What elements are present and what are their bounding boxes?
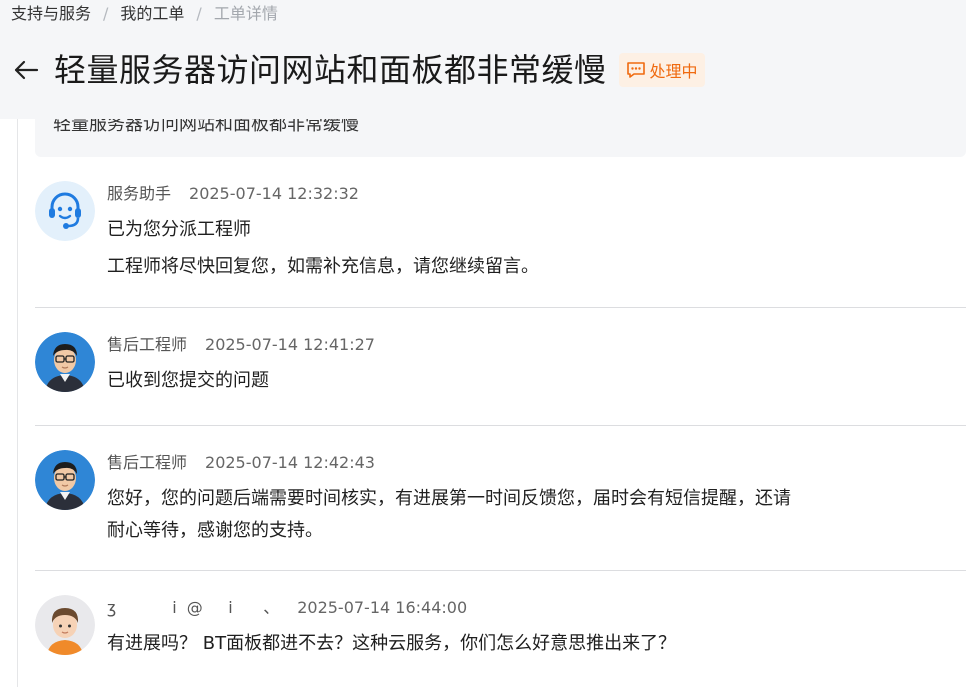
message-item: 服务助手 2025-07-14 12:32:32 已为您分派工程师 工程师将尽快…	[35, 181, 966, 291]
message-item: 售后工程师 2025-07-14 12:42:43 您好，您的问题后端需要时间核…	[35, 450, 966, 555]
message-author: 售后工程师	[107, 335, 188, 354]
message-meta: 服务助手 2025-07-14 12:32:32	[107, 183, 359, 205]
message-author: ʒ i @ i 、	[107, 598, 280, 617]
back-arrow-icon[interactable]	[12, 58, 40, 82]
breadcrumb-support[interactable]: 支持与服务	[11, 4, 91, 24]
breadcrumb-separator: /	[103, 4, 109, 23]
message-item: 售后工程师 2025-07-14 12:41:27 已收到您提交的问题	[35, 332, 966, 412]
message-divider	[35, 425, 966, 426]
message-time: 2025-07-14 16:44:00	[297, 598, 468, 617]
timeline-line	[17, 119, 18, 687]
breadcrumb-ticket-detail: 工单详情	[213, 4, 278, 23]
message-line: 工程师将尽快回复您，如需补充信息，请您继续留言。	[107, 256, 539, 277]
chat-bubble-icon	[626, 61, 646, 79]
message-meta: 售后工程师 2025-07-14 12:42:43	[107, 452, 375, 474]
message-line: 已收到您提交的问题	[107, 370, 269, 391]
breadcrumb-my-tickets[interactable]: 我的工单	[120, 4, 184, 24]
page-title: 轻量服务器访问网站和面板都非常缓慢	[54, 51, 607, 89]
message-line: 有进展吗？ BT面板都进不去？这种云服务，你们怎么好意思推出来了？	[107, 633, 677, 654]
breadcrumb-separator: /	[196, 4, 202, 23]
message-meta: 售后工程师 2025-07-14 12:41:27	[107, 334, 375, 356]
message-body: 已为您分派工程师 工程师将尽快回复您，如需补充信息，请您继续留言。	[107, 214, 927, 283]
message-line: 耐心等待，感谢您的支持。	[107, 520, 323, 541]
message-body: 您好，您的问题后端需要时间核实，有进展第一时间反馈您，届时会有短信提醒，还请 耐…	[107, 483, 927, 547]
status-badge: 处理中	[618, 53, 705, 87]
breadcrumb: 支持与服务 / 我的工单 / 工单详情	[11, 4, 278, 24]
message-meta: ʒ i @ i 、 2025-07-14 16:44:00	[107, 597, 467, 619]
message-body: 有进展吗？ BT面板都进不去？这种云服务，你们怎么好意思推出来了？	[107, 628, 927, 660]
status-label: 处理中	[649, 62, 698, 81]
engineer-avatar	[35, 332, 95, 392]
page-header: 支持与服务 / 我的工单 / 工单详情 轻量服务器访问网站和面板都非常缓慢 处理…	[0, 0, 966, 119]
message-author: 售后工程师	[107, 453, 188, 472]
message-line: 已为您分派工程师	[107, 219, 251, 240]
robot-assistant-icon	[35, 181, 95, 241]
engineer-avatar	[35, 450, 95, 510]
message-item: ʒ i @ i 、 2025-07-14 16:44:00 有进展吗？ BT面板…	[35, 595, 966, 687]
user-avatar	[35, 595, 95, 655]
message-time: 2025-07-14 12:41:27	[205, 335, 375, 354]
message-divider	[35, 570, 966, 571]
message-time: 2025-07-14 12:32:32	[189, 184, 359, 203]
message-time: 2025-07-14 12:42:43	[205, 453, 375, 472]
message-body: 已收到您提交的问题	[107, 365, 927, 397]
title-row: 轻量服务器访问网站和面板都非常缓慢 处理中	[12, 45, 705, 95]
message-divider	[35, 307, 966, 308]
message-line: 您好，您的问题后端需要时间核实，有进展第一时间反馈您，届时会有短信提醒，还请	[107, 488, 791, 509]
message-author: 服务助手	[107, 184, 172, 203]
